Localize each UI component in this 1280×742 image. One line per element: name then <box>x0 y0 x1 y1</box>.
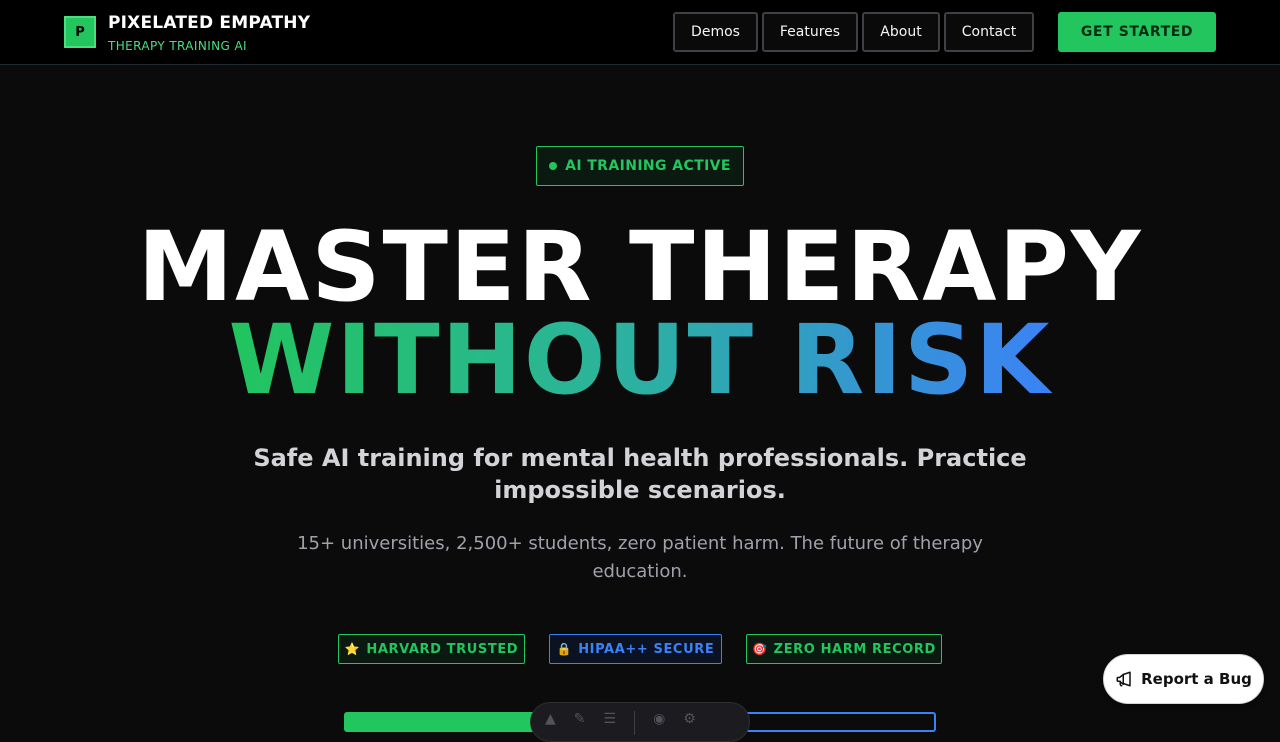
status-dot-icon <box>549 162 558 170</box>
hero-subtitle: Safe AI training for mental health profe… <box>253 444 1027 504</box>
headline-gradient-text: WITHOUT RISK <box>228 304 1052 416</box>
nav-about-button[interactable]: About <box>862 12 940 52</box>
harvard-trusted-badge: ⭐ HARVARD TRUSTED <box>338 634 525 664</box>
primary-cta-button[interactable] <box>344 712 544 732</box>
target-icon: 🎯 <box>752 642 768 656</box>
status-badge-label: AI TRAINING ACTIVE <box>565 158 731 174</box>
toolbar-logo-icon[interactable]: ▲ <box>545 711 556 727</box>
nav-features-button[interactable]: Features <box>762 12 858 52</box>
harvard-trusted-label: HARVARD TRUSTED <box>366 641 519 657</box>
zero-harm-label: ZERO HARM RECORD <box>773 641 936 657</box>
status-badge: AI TRAINING ACTIVE <box>536 146 744 186</box>
lock-icon: 🔒 <box>556 642 573 656</box>
zero-harm-badge: 🎯 ZERO HARM RECORD <box>746 634 942 664</box>
toolbar-divider <box>634 711 636 735</box>
toolbar-inspect-icon[interactable]: ✎ <box>574 711 586 727</box>
headline-line-2: WITHOUT RISK <box>0 305 1280 415</box>
hero-subtext: 15+ universities, 2,500+ students, zero … <box>297 533 983 582</box>
floating-toolbar: ▲ ✎ ☰ ◉ ⚙ <box>530 702 750 742</box>
toolbar-audit-icon[interactable]: ☰ <box>604 711 617 727</box>
nav-contact-button[interactable]: Contact <box>944 12 1034 52</box>
nav-demos-button[interactable]: Demos <box>673 12 758 52</box>
toolbar-settings-icon[interactable]: ⚙ <box>683 711 696 727</box>
report-bug-button[interactable]: Report a Bug <box>1103 654 1264 704</box>
toolbar-accessibility-icon[interactable]: ◉ <box>653 711 665 727</box>
hipaa-secure-badge: 🔒 HIPAA++ SECURE <box>549 634 722 664</box>
brand-name[interactable]: PIXELATED EMPATHY <box>108 13 310 33</box>
secondary-cta-button[interactable] <box>740 712 936 732</box>
logo-icon[interactable]: P <box>64 16 96 48</box>
star-icon: ⭐ <box>344 642 361 656</box>
hipaa-secure-label: HIPAA++ SECURE <box>578 641 715 657</box>
get-started-button[interactable]: GET STARTED <box>1058 12 1216 52</box>
brand-tagline: THERAPY TRAINING AI <box>108 39 247 53</box>
megaphone-icon <box>1116 671 1131 687</box>
report-bug-label: Report a Bug <box>1141 670 1252 688</box>
site-header: P PIXELATED EMPATHY THERAPY TRAINING AI … <box>0 0 1280 65</box>
